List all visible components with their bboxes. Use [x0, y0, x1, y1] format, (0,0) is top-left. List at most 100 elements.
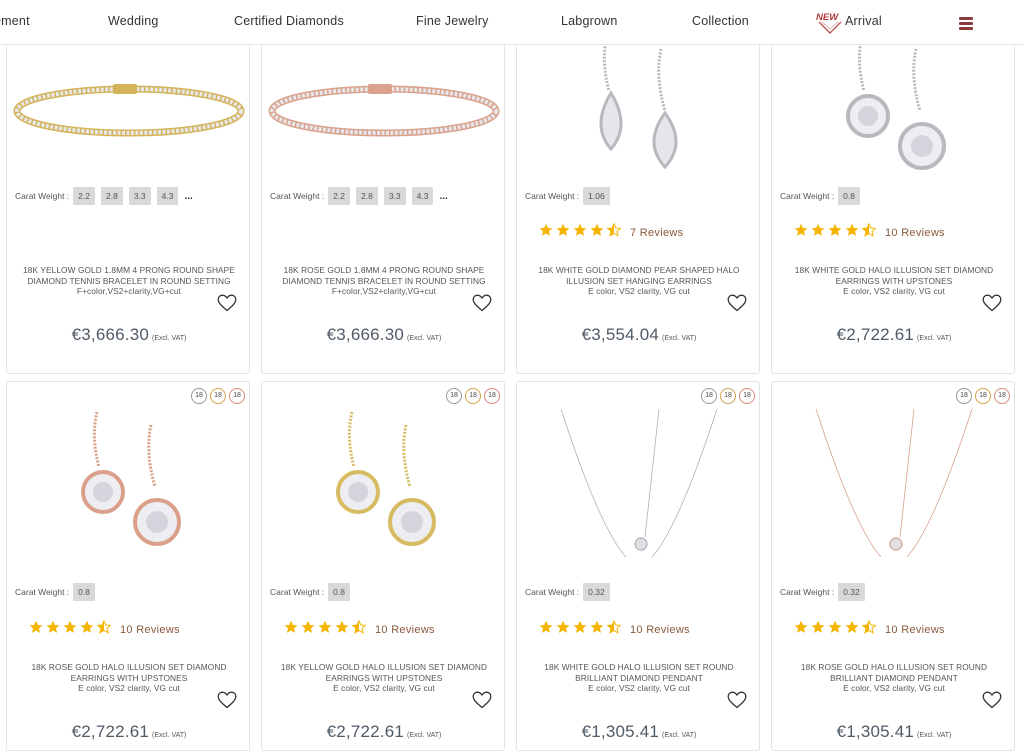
nav-item-labgrown[interactable]: Labgrown: [561, 14, 618, 28]
price-amount: €1,305.41: [836, 722, 915, 741]
metal-options: 18 18 18: [701, 388, 755, 404]
metal-option[interactable]: 18: [739, 388, 755, 404]
product-card[interactable]: 18 18 18 Carat Weight :0.8 10 Reviews 18K …: [6, 381, 250, 751]
carat-option[interactable]: 4.3: [411, 187, 434, 205]
product-card[interactable]: Carat Weight :1.06 7 Reviews 18K WHITE G…: [516, 25, 760, 374]
nav-item-fine-jewelry[interactable]: Fine Jewelry: [416, 14, 489, 28]
carat-option[interactable]: 0.32: [838, 583, 865, 601]
product-image[interactable]: [772, 35, 1014, 176]
carat-option[interactable]: 0.8: [838, 187, 860, 205]
product-name[interactable]: 18K ROSE GOLD HALO ILLUSION SET DIAMOND …: [31, 662, 226, 683]
product-card[interactable]: Carat Weight :0.8 10 Reviews 18K WHITE G…: [771, 25, 1015, 374]
carat-option[interactable]: 2.2: [328, 187, 350, 205]
carat-weight-selector: Carat Weight :0.8: [780, 187, 866, 205]
star-icon: [46, 620, 63, 639]
metal-option[interactable]: 18: [956, 388, 972, 404]
wishlist-heart-icon[interactable]: [727, 691, 747, 709]
product-title[interactable]: 18K YELLOW GOLD 1.8MM 4 PRONG ROUND SHAP…: [17, 265, 241, 297]
carat-weight-selector: Carat Weight :0.8: [270, 583, 356, 601]
product-card[interactable]: Carat Weight :2.2 2.8 3.3 4.3... 18K YELLOW…: [6, 25, 250, 374]
carat-option[interactable]: 1.06: [583, 187, 610, 205]
product-name[interactable]: 18K YELLOW GOLD HALO ILLUSION SET DIAMON…: [281, 662, 487, 683]
carat-option[interactable]: 3.3: [128, 187, 151, 205]
more-carats-button[interactable]: ...: [184, 191, 192, 202]
price-amount: €2,722.61: [71, 722, 150, 741]
metal-option[interactable]: 18: [229, 388, 245, 404]
metal-option[interactable]: 18: [465, 388, 481, 404]
carat-option[interactable]: 0.32: [583, 583, 610, 601]
wishlist-heart-icon[interactable]: [982, 294, 1002, 312]
price: €3,554.04 (Excl. VAT): [517, 325, 759, 345]
product-card[interactable]: 18 18 18 Carat Weight :0.32 10 Reviews 18K…: [516, 381, 760, 751]
reviews-link[interactable]: 10 Reviews: [120, 624, 180, 636]
product-image[interactable]: [7, 36, 249, 176]
carat-option[interactable]: 3.3: [383, 187, 406, 205]
metal-options: 18 18 18: [191, 388, 245, 404]
product-title[interactable]: 18K WHITE GOLD HALO ILLUSION SET ROUND B…: [527, 662, 751, 694]
product-image[interactable]: [7, 382, 249, 582]
half-star-icon: [606, 619, 624, 639]
carat-weight-label: Carat Weight :: [525, 191, 580, 201]
menu-icon[interactable]: [959, 17, 973, 30]
metal-option[interactable]: 18: [994, 388, 1010, 404]
nav-item-wedding[interactable]: Wedding: [108, 14, 159, 28]
wishlist-heart-icon[interactable]: [727, 294, 747, 312]
wishlist-heart-icon[interactable]: [472, 294, 492, 312]
reviews-link[interactable]: 10 Reviews: [885, 227, 945, 239]
reviews-link[interactable]: 10 Reviews: [885, 624, 945, 636]
product-card[interactable]: 18 18 18 Carat Weight :0.32 10 Reviews 18K…: [771, 381, 1015, 751]
rating: 10 Reviews: [794, 619, 945, 639]
half-star-icon: [96, 619, 114, 639]
carat-option[interactable]: 2.8: [101, 187, 123, 205]
metal-option[interactable]: 18: [446, 388, 462, 404]
product-name[interactable]: 18K YELLOW GOLD 1.8MM 4 PRONG ROUND SHAP…: [23, 265, 235, 286]
nav-item-engagement[interactable]: ement: [0, 14, 30, 28]
product-title[interactable]: 18K YELLOW GOLD HALO ILLUSION SET DIAMON…: [272, 662, 496, 694]
wishlist-heart-icon[interactable]: [982, 691, 1002, 709]
carat-option[interactable]: 4.3: [156, 187, 179, 205]
product-name[interactable]: 18K ROSE GOLD 1.8MM 4 PRONG ROUND SHAPE …: [282, 265, 485, 286]
wishlist-heart-icon[interactable]: [217, 691, 237, 709]
metal-option[interactable]: 18: [210, 388, 226, 404]
reviews-link[interactable]: 10 Reviews: [375, 624, 435, 636]
metal-option[interactable]: 18: [701, 388, 717, 404]
product-name[interactable]: 18K WHITE GOLD HALO ILLUSION SET ROUND B…: [544, 662, 733, 683]
price: €2,722.61 (Excl. VAT): [772, 325, 1014, 345]
product-name[interactable]: 18K ROSE GOLD HALO ILLUSION SET ROUND BR…: [801, 662, 987, 683]
nav-item-certified-diamonds[interactable]: Certified Diamonds: [234, 14, 344, 28]
carat-option[interactable]: 0.8: [328, 583, 350, 601]
product-image[interactable]: [517, 382, 759, 582]
wishlist-heart-icon[interactable]: [217, 294, 237, 312]
carat-option[interactable]: 2.8: [356, 187, 378, 205]
reviews-link[interactable]: 10 Reviews: [630, 624, 690, 636]
product-image[interactable]: [772, 382, 1014, 582]
product-card[interactable]: Carat Weight :2.2 2.8 3.3 4.3... 18K ROSE G…: [261, 25, 505, 374]
product-title[interactable]: 18K WHITE GOLD HALO ILLUSION SET DIAMOND…: [782, 265, 1006, 297]
product-title[interactable]: 18K ROSE GOLD 1.8MM 4 PRONG ROUND SHAPE …: [272, 265, 496, 297]
wishlist-heart-icon[interactable]: [472, 691, 492, 709]
product-title[interactable]: 18K WHITE GOLD DIAMOND PEAR SHAPED HALO …: [527, 265, 751, 297]
metal-option[interactable]: 18: [975, 388, 991, 404]
product-image[interactable]: [262, 36, 504, 176]
star-icon: [80, 620, 97, 639]
carat-option[interactable]: 0.8: [73, 583, 95, 601]
carat-weight-selector: Carat Weight :0.8: [15, 583, 101, 601]
nav-item-collection[interactable]: Collection: [692, 14, 749, 28]
product-name[interactable]: 18K WHITE GOLD HALO ILLUSION SET DIAMOND…: [795, 265, 993, 286]
metal-option[interactable]: 18: [720, 388, 736, 404]
product-image[interactable]: [262, 382, 504, 582]
more-carats-button[interactable]: ...: [439, 191, 447, 202]
product-image[interactable]: [517, 35, 759, 176]
product-spec: E color, VS2 clarity, VG cut: [843, 286, 945, 296]
metal-option[interactable]: 18: [191, 388, 207, 404]
nav-item-arrival[interactable]: Arrival: [845, 14, 882, 28]
star-icon: [590, 223, 607, 242]
product-title[interactable]: 18K ROSE GOLD HALO ILLUSION SET ROUND BR…: [782, 662, 1006, 694]
product-name[interactable]: 18K WHITE GOLD DIAMOND PEAR SHAPED HALO …: [538, 265, 739, 286]
metal-option[interactable]: 18: [484, 388, 500, 404]
reviews-link[interactable]: 7 Reviews: [630, 227, 683, 239]
carat-option[interactable]: 2.2: [73, 187, 95, 205]
price: €2,722.61 (Excl. VAT): [7, 722, 249, 742]
product-card[interactable]: 18 18 18 Carat Weight :0.8 10 Reviews 18K …: [261, 381, 505, 751]
product-title[interactable]: 18K ROSE GOLD HALO ILLUSION SET DIAMOND …: [17, 662, 241, 694]
